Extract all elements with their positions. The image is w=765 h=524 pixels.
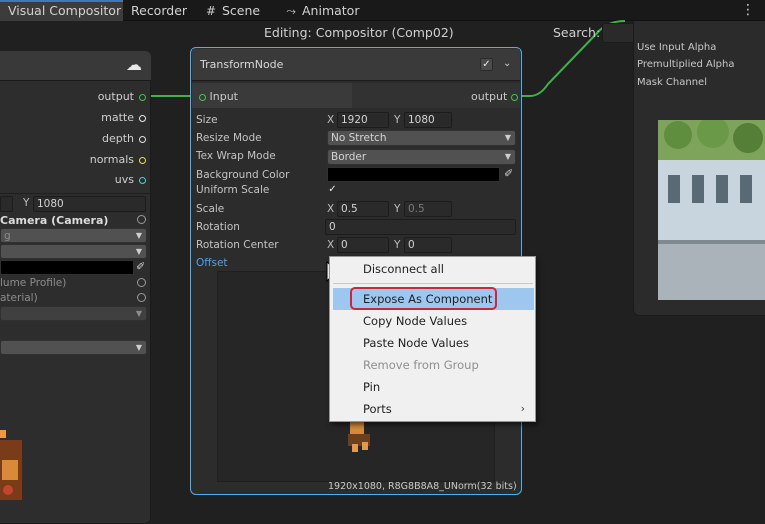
object-picker-icon[interactable] — [137, 215, 146, 224]
height-field[interactable]: 1080 — [33, 196, 146, 212]
rotation-label: Rotation — [196, 221, 240, 233]
menu-item-paste-node-values[interactable]: Paste Node Values — [330, 332, 535, 354]
tex-wrap-mode-dropdown[interactable]: Border ▼ — [327, 149, 516, 165]
node-title: TransformNode — [200, 58, 284, 71]
port-output[interactable]: output — [60, 90, 146, 103]
rotation-field[interactable]: 0 — [325, 219, 516, 235]
rotation-center-x-field[interactable]: 0 — [337, 237, 389, 253]
port-connector-icon[interactable] — [139, 156, 146, 164]
port-normals[interactable]: normals — [60, 153, 146, 166]
scale-label: Scale — [196, 203, 225, 215]
mask-channel-label: Mask Channel — [637, 77, 707, 88]
object-picker-icon[interactable] — [137, 278, 146, 287]
preview-format-info: 1920x1080, R8G8B8A8_UNorm(32 bits) — [328, 481, 517, 492]
left-dropdown-4[interactable]: ▼ — [0, 340, 147, 355]
background-color-label: Background Color — [196, 169, 290, 181]
uniform-scale-checkbox[interactable]: ✓ — [326, 184, 339, 197]
output-preview-image — [658, 120, 765, 300]
port-connector-icon[interactable] — [139, 135, 146, 143]
left-dropdown-2[interactable]: ▼ — [0, 244, 147, 259]
material-field[interactable]: aterial) — [0, 292, 38, 304]
resize-mode-label: Resize Mode — [196, 132, 262, 144]
eyedropper-icon[interactable]: ✐ — [136, 260, 145, 273]
scale-x-axis-label: X — [327, 203, 335, 215]
output-port[interactable]: output — [471, 90, 518, 103]
size-x-field[interactable]: 1920 — [337, 112, 389, 128]
volume-profile-field[interactable]: lume Profile) — [0, 277, 66, 289]
size-label: Size — [196, 114, 218, 126]
left-dropdown-1[interactable]: g ▼ — [0, 228, 147, 243]
port-matte[interactable]: matte — [60, 111, 146, 124]
uniform-scale-label: Uniform Scale — [196, 184, 270, 196]
port-connector-icon[interactable] — [510, 93, 518, 101]
submenu-arrow-icon: › — [520, 402, 525, 415]
rotation-center-y-axis-label: Y — [394, 239, 401, 251]
context-menu: Disconnect all Expose As Component Copy … — [329, 256, 536, 422]
divider — [0, 193, 151, 194]
port-connector-icon[interactable] — [139, 93, 146, 101]
menu-item-disconnect-all[interactable]: Disconnect all — [330, 258, 535, 280]
size-y-field[interactable]: 1080 — [404, 112, 452, 128]
width-field[interactable] — [0, 196, 13, 212]
tex-wrap-mode-label: Tex Wrap Mode — [196, 150, 276, 162]
menu-item-copy-node-values[interactable]: Copy Node Values — [330, 310, 535, 332]
preview-character-image — [348, 422, 370, 452]
use-input-alpha-label: Use Input Alpha — [637, 42, 717, 53]
highlight-annotation — [350, 287, 497, 310]
height-axis-label: Y — [23, 197, 30, 209]
port-depth[interactable]: depth — [60, 132, 146, 145]
scale-y-axis-label: Y — [394, 203, 401, 215]
cloud-icon: ☁ — [126, 55, 142, 74]
port-connector-icon[interactable] — [199, 93, 206, 101]
size-x-axis-label: X — [327, 114, 335, 126]
search-label: Search: — [553, 25, 601, 40]
editing-title: Editing: Compositor (Comp02) — [264, 25, 454, 40]
resize-mode-dropdown[interactable]: No Stretch ▼ — [327, 130, 516, 146]
eyedropper-icon[interactable]: ✐ — [504, 167, 513, 180]
scale-y-field[interactable]: 0.5 — [404, 201, 452, 217]
rotation-center-x-axis-label: X — [327, 239, 335, 251]
object-picker-icon[interactable] — [137, 293, 146, 302]
rotation-center-y-field[interactable]: 0 — [404, 237, 452, 253]
left-dropdown-3[interactable]: ▼ — [0, 306, 147, 321]
port-uvs[interactable]: uvs — [60, 173, 146, 186]
port-connector-icon[interactable] — [139, 114, 146, 122]
menu-separator — [333, 283, 533, 284]
menu-item-remove-from-group: Remove from Group — [363, 358, 479, 372]
menu-item-ports[interactable]: Ports › — [330, 398, 535, 420]
left-color-field[interactable] — [0, 260, 134, 275]
menu-item-pin[interactable]: Pin — [330, 376, 535, 398]
collapse-chevron-icon[interactable]: ⌄ — [503, 58, 511, 69]
port-connector-icon[interactable] — [139, 176, 146, 184]
size-y-axis-label: Y — [394, 114, 401, 126]
background-color-field[interactable] — [327, 167, 500, 182]
premultiplied-alpha-label: Premultiplied Alpha — [637, 59, 735, 70]
input-port[interactable]: Input — [199, 90, 238, 103]
offset-label[interactable]: Offset — [196, 257, 228, 269]
rotation-center-label: Rotation Center — [196, 239, 279, 251]
scale-x-field[interactable]: 0.5 — [337, 201, 389, 217]
camera-object-field[interactable]: Camera (Camera) — [0, 214, 108, 227]
left-preview-image — [0, 430, 22, 500]
node-enabled-checkbox[interactable]: ✓ — [480, 58, 493, 71]
